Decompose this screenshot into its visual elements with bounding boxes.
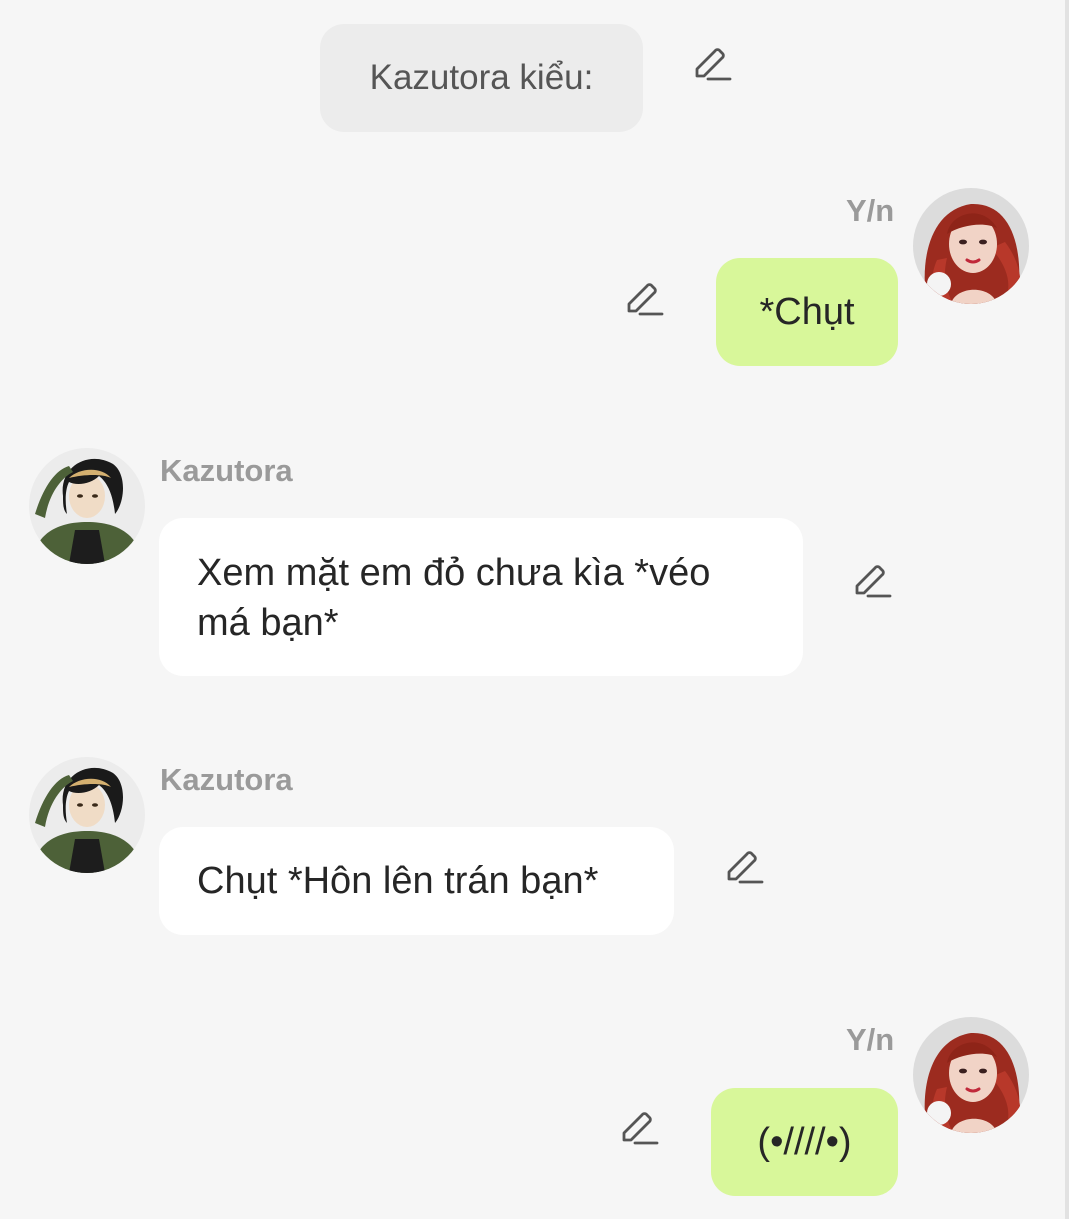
sender-name: Y/n <box>846 1022 895 1057</box>
message-bubble-outgoing[interactable]: (•////•) <box>711 1088 898 1196</box>
narration-bubble: Kazutora kiểu: <box>320 24 643 132</box>
message-bubble-outgoing[interactable]: *Chụt <box>716 258 898 366</box>
sender-name: Kazutora <box>160 453 293 488</box>
pencil-edit-icon[interactable] <box>724 849 764 889</box>
avatar-yn[interactable] <box>913 188 1029 304</box>
sender-name: Kazutora <box>160 762 293 797</box>
message-text: Xem mặt em đỏ chưa kìa *véo má bạn* <box>197 552 711 644</box>
avatar-kazutora[interactable] <box>29 448 145 564</box>
message-text: (•////•) <box>757 1121 852 1163</box>
message-text: *Chụt <box>759 291 855 333</box>
scroll-edge <box>1065 0 1069 1219</box>
message-bubble-incoming[interactable]: Chụt *Hôn lên trán bạn* <box>159 827 674 935</box>
pencil-edit-icon[interactable] <box>852 563 892 603</box>
avatar-yn[interactable] <box>913 1017 1029 1133</box>
pencil-edit-icon[interactable] <box>624 281 664 321</box>
sender-name: Y/n <box>846 193 895 228</box>
narration-text: Kazutora kiểu: <box>369 58 594 97</box>
pencil-edit-icon[interactable] <box>692 46 732 86</box>
message-bubble-incoming[interactable]: Xem mặt em đỏ chưa kìa *véo má bạn* <box>159 518 803 676</box>
avatar-kazutora[interactable] <box>29 757 145 873</box>
message-text: Chụt *Hôn lên trán bạn* <box>197 860 599 902</box>
pencil-edit-icon[interactable] <box>619 1110 659 1150</box>
